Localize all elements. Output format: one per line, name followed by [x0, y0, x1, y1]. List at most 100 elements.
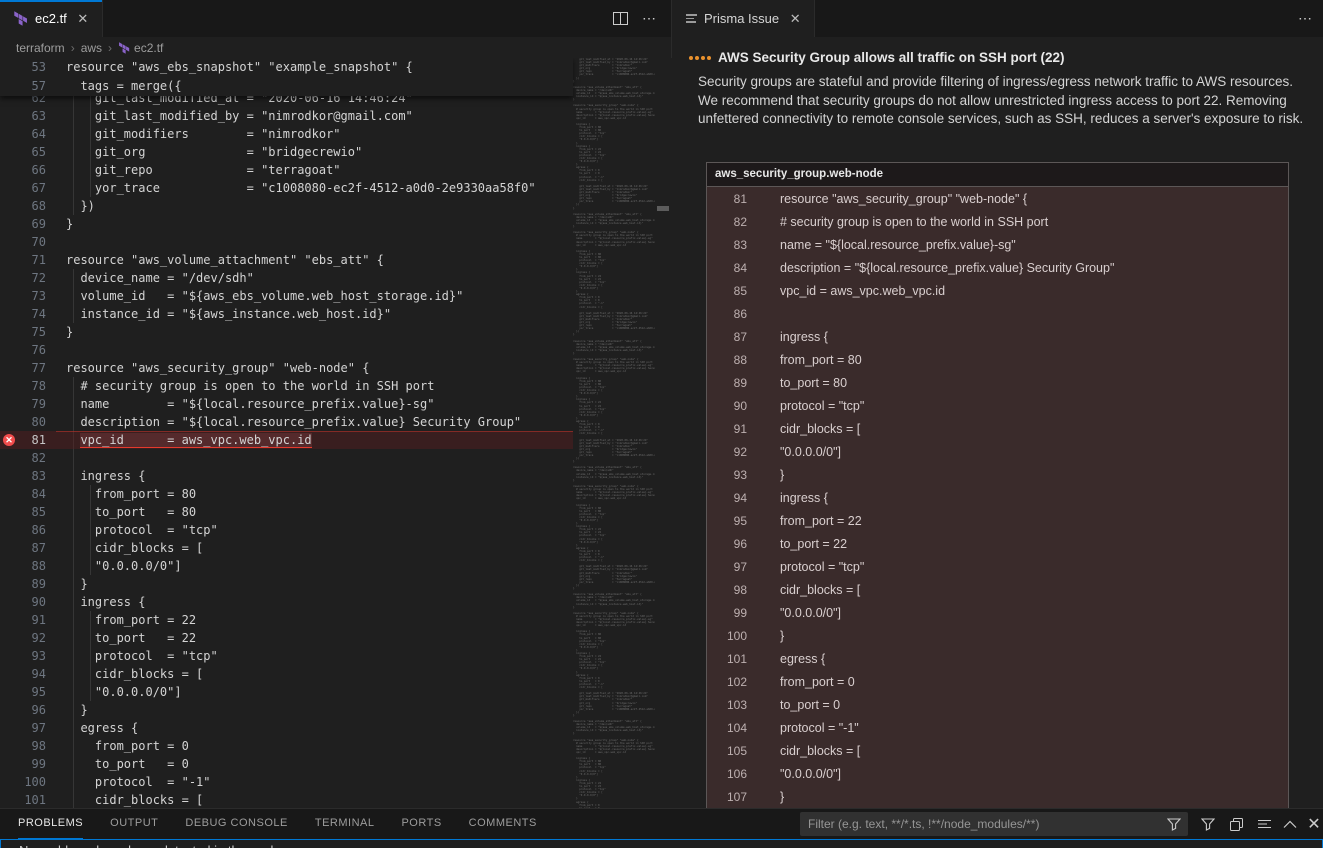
- maximize-panel-icon[interactable]: [1280, 814, 1300, 834]
- code-line-99[interactable]: 99 to_port = 0: [0, 755, 573, 773]
- code-line-89[interactable]: 89 }: [0, 575, 573, 593]
- panel-tab-debug-console[interactable]: DEBUG CONSOLE: [185, 809, 287, 839]
- tab-label: ec2.tf: [35, 11, 67, 26]
- split-editor-icon[interactable]: [613, 12, 628, 25]
- close-tab-icon[interactable]: ✕: [74, 10, 92, 28]
- breadcrumb-aws[interactable]: aws: [81, 41, 102, 55]
- code-line-95[interactable]: 95 "0.0.0.0/0"]: [0, 683, 573, 701]
- code-line-84[interactable]: 84 from_port = 80: [0, 485, 573, 503]
- line-number: 80: [0, 413, 46, 431]
- scrollbar-thumb[interactable]: [657, 206, 669, 211]
- code-line-72[interactable]: 72 device_name = "/dev/sdh": [0, 269, 573, 287]
- panel-tab-comments[interactable]: COMMENTS: [469, 809, 537, 839]
- code-line-70[interactable]: 70: [0, 233, 573, 251]
- line-text: device_name = "/dev/sdh": [66, 269, 254, 287]
- issue-code-line-86: 86: [707, 302, 1288, 325]
- code-line-82[interactable]: 82: [0, 449, 573, 467]
- panel-tab-output[interactable]: OUTPUT: [110, 809, 158, 839]
- code-line-90[interactable]: 90 ingress {: [0, 593, 573, 611]
- code-line-86[interactable]: 86 protocol = "tcp": [0, 521, 573, 539]
- code-line-88[interactable]: 88 "0.0.0.0/0"]: [0, 557, 573, 575]
- filter-funnel-icon[interactable]: [1164, 814, 1184, 834]
- filter-icon[interactable]: [1198, 814, 1218, 834]
- code-line-77[interactable]: 77resource "aws_security_group" "web-nod…: [0, 359, 573, 377]
- line-text: egress {: [66, 719, 138, 737]
- code-line-68[interactable]: 68 }): [0, 197, 573, 215]
- line-text: from_port = 22: [780, 514, 862, 528]
- error-marker-icon[interactable]: ✕: [3, 434, 15, 446]
- line-number: 87: [0, 539, 46, 557]
- code-line-79[interactable]: 79 name = "${local.resource_prefix.value…: [0, 395, 573, 413]
- code-line-80[interactable]: 80 description = "${local.resource_prefi…: [0, 413, 573, 431]
- view-as-table-icon[interactable]: [1226, 814, 1246, 834]
- line-number: 101: [0, 791, 46, 808]
- code-line-97[interactable]: 97 egress {: [0, 719, 573, 737]
- code-editor[interactable]: 62 git_last_modified_at = "2020-06-16 14…: [0, 58, 672, 808]
- code-line-96[interactable]: 96 }: [0, 701, 573, 719]
- code-line-65[interactable]: 65 git_org = "bridgecrewio": [0, 143, 573, 161]
- line-number: 86: [707, 307, 747, 321]
- code-line-71[interactable]: 71resource "aws_volume_attachment" "ebs_…: [0, 251, 573, 269]
- tab-prisma-issue[interactable]: Prisma Issue ✕: [673, 0, 815, 37]
- line-text: }: [66, 701, 88, 719]
- issue-code-line-99: 99"0.0.0.0/0"]: [707, 601, 1288, 624]
- minimap[interactable]: git_last_modified_at = "2020-06-16 14:46…: [573, 58, 655, 808]
- line-text: description = "${local.resource_prefix.v…: [66, 413, 521, 431]
- panel-tab-terminal[interactable]: TERMINAL: [315, 809, 375, 839]
- code-line-98[interactable]: 98 from_port = 0: [0, 737, 573, 755]
- more-actions-icon[interactable]: ⋯: [1298, 10, 1313, 27]
- line-number: 94: [707, 491, 747, 505]
- code-line-91[interactable]: 91 from_port = 22: [0, 611, 573, 629]
- code-line-83[interactable]: 83 ingress {: [0, 467, 573, 485]
- sticky-line-57[interactable]: 57 tags = merge({: [0, 77, 573, 96]
- panel-tab-problems[interactable]: PROBLEMS: [18, 809, 83, 839]
- line-text: name = "${local.resource_prefix.value}-s…: [66, 395, 434, 413]
- close-panel-icon[interactable]: ✕: [1304, 814, 1323, 834]
- panel-tab-ports[interactable]: PORTS: [401, 809, 441, 839]
- code-line-87[interactable]: 87 cidr_blocks = [: [0, 539, 573, 557]
- code-line-63[interactable]: 63 git_last_modified_by = "nimrodkor@gma…: [0, 107, 573, 125]
- breadcrumb-terraform[interactable]: terraform: [16, 41, 65, 55]
- code-line-69[interactable]: 69}: [0, 215, 573, 233]
- code-line-92[interactable]: 92 to_port = 22: [0, 629, 573, 647]
- code-line-93[interactable]: 93 protocol = "tcp": [0, 647, 573, 665]
- line-text: }: [66, 323, 73, 341]
- issue-code-line-103: 103to_port = 0: [707, 693, 1288, 716]
- line-number: 77: [0, 359, 46, 377]
- breadcrumb-file[interactable]: ec2.tf: [118, 41, 163, 55]
- code-line-76[interactable]: 76: [0, 341, 573, 359]
- code-line-67[interactable]: 67 yor_trace = "c1008080-ec2f-4512-a0d0-…: [0, 179, 573, 197]
- line-number: 72: [0, 269, 46, 287]
- code-line-85[interactable]: 85 to_port = 80: [0, 503, 573, 521]
- more-actions-icon[interactable]: ⋯: [642, 10, 657, 27]
- code-line-75[interactable]: 75}: [0, 323, 573, 341]
- problems-list[interactable]: No problems have been detected in the wo…: [0, 839, 1323, 848]
- line-number: 84: [707, 261, 747, 275]
- code-line-100[interactable]: 100 protocol = "-1": [0, 773, 573, 791]
- line-text: }: [66, 575, 88, 593]
- code-line-81[interactable]: 81 vpc_id = aws_vpc.web_vpc.id: [0, 431, 573, 449]
- line-text: vpc_id = aws_vpc.web_vpc.id: [66, 431, 312, 449]
- issue-code-line-95: 95from_port = 22: [707, 509, 1288, 532]
- sticky-scroll[interactable]: 53resource "aws_ebs_snapshot" "example_s…: [0, 58, 573, 96]
- code-line-101[interactable]: 101 cidr_blocks = [: [0, 791, 573, 808]
- code-line-78[interactable]: 78 # security group is open to the world…: [0, 377, 573, 395]
- code-line-74[interactable]: 74 instance_id = "${aws_instance.web_hos…: [0, 305, 573, 323]
- code-line-73[interactable]: 73 volume_id = "${aws_ebs_volume.web_hos…: [0, 287, 573, 305]
- code-line-94[interactable]: 94 cidr_blocks = [: [0, 665, 573, 683]
- menu-lines-icon[interactable]: [1254, 814, 1274, 834]
- line-text: git_modifiers = "nimrodkor": [66, 125, 341, 143]
- line-number: 68: [0, 197, 46, 215]
- chevron-right-icon: ›: [108, 41, 112, 55]
- left-tab-bar: ec2.tf ✕: [0, 0, 671, 37]
- filter-input[interactable]: [800, 812, 1188, 836]
- line-number: 99: [707, 606, 747, 620]
- code-line-64[interactable]: 64 git_modifiers = "nimrodkor": [0, 125, 573, 143]
- code-line-66[interactable]: 66 git_repo = "terragoat": [0, 161, 573, 179]
- close-tab-icon[interactable]: ✕: [786, 10, 804, 28]
- line-number: 81: [707, 192, 747, 206]
- line-number: 106: [707, 767, 747, 781]
- sticky-line-53[interactable]: 53resource "aws_ebs_snapshot" "example_s…: [0, 58, 573, 77]
- error-highlighted-text: vpc_id = aws_vpc.web_vpc.id: [80, 433, 311, 448]
- tab-ec2-tf[interactable]: ec2.tf ✕: [0, 0, 103, 37]
